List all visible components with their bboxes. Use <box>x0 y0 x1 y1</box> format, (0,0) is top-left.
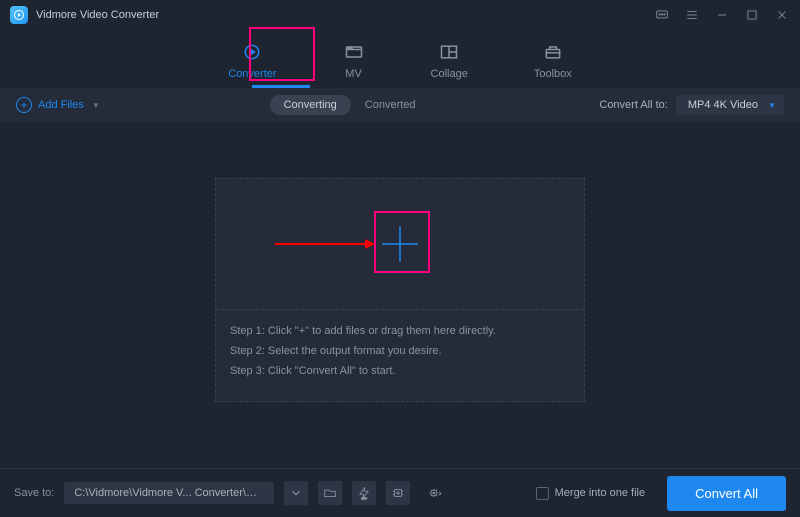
convert-all-to-label: Convert All to: <box>599 99 667 111</box>
add-files-button[interactable]: + Add Files ▼ <box>16 97 100 113</box>
app-logo <box>10 6 28 24</box>
chevron-down-icon[interactable]: ▼ <box>92 101 100 110</box>
save-to-label: Save to: <box>14 487 54 499</box>
output-format-select[interactable]: MP4 4K Video ▼ <box>676 95 784 115</box>
checkbox-icon <box>536 487 549 500</box>
output-format-value: MP4 4K Video <box>688 99 758 111</box>
plus-circle-icon: + <box>16 97 32 113</box>
tab-underline <box>252 85 310 88</box>
maximize-icon[interactable] <box>744 7 760 23</box>
path-dropdown-button[interactable] <box>284 481 308 505</box>
step-2-text: Step 2: Select the output format you des… <box>230 342 570 362</box>
red-arrow-annotation <box>275 238 375 250</box>
tab-toolbox[interactable]: Toolbox <box>526 38 580 84</box>
gpu-button[interactable] <box>386 481 410 505</box>
convert-all-button[interactable]: Convert All <box>667 476 786 511</box>
menu-icon[interactable] <box>684 7 700 23</box>
chevron-down-icon: ▼ <box>768 101 776 110</box>
converter-highlight-annotation <box>249 27 315 81</box>
step-3-text: Step 3: Click "Convert All" to start. <box>230 362 570 382</box>
minimize-icon[interactable] <box>714 7 730 23</box>
hardware-accel-button[interactable]: OFF <box>352 481 376 505</box>
svg-text:OFF: OFF <box>361 496 367 500</box>
app-title: Vidmore Video Converter <box>36 9 159 21</box>
merge-checkbox[interactable]: Merge into one file <box>536 487 646 500</box>
tab-mv[interactable]: MV <box>335 38 373 84</box>
open-folder-button[interactable] <box>318 481 342 505</box>
segment-converted[interactable]: Converted <box>351 95 430 115</box>
settings-button[interactable] <box>420 481 450 505</box>
file-dropzone[interactable]: Step 1: Click "+" to add files or drag t… <box>215 178 585 402</box>
close-icon[interactable] <box>774 7 790 23</box>
segment-converting[interactable]: Converting <box>270 95 351 115</box>
feedback-icon[interactable] <box>654 7 670 23</box>
tab-collage-label: Collage <box>431 68 468 80</box>
tab-mv-label: MV <box>345 68 362 80</box>
step-1-text: Step 1: Click "+" to add files or drag t… <box>230 322 570 342</box>
merge-label: Merge into one file <box>555 487 646 499</box>
output-path-field[interactable]: C:\Vidmore\Vidmore V... Converter\Conver… <box>64 482 274 504</box>
tab-toolbox-label: Toolbox <box>534 68 572 80</box>
add-files-label: Add Files <box>38 99 84 111</box>
plus-highlight-annotation <box>374 211 430 273</box>
tab-collage[interactable]: Collage <box>423 38 476 84</box>
